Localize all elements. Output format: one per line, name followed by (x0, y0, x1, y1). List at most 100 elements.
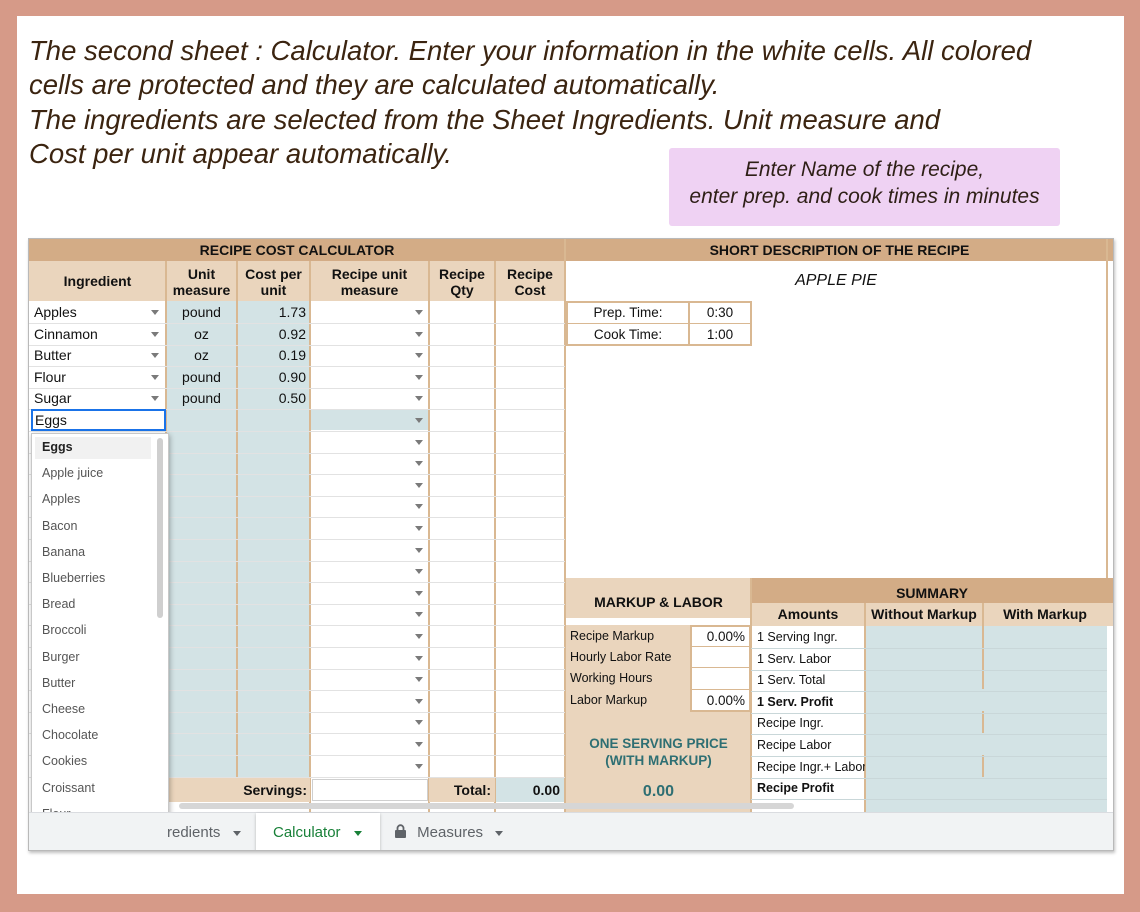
prep-time-value[interactable]: 0:30 (690, 303, 750, 323)
summary-row-label: 1 Serv. Labor (757, 652, 832, 666)
unit-measure-cell: pound (182, 369, 221, 385)
ingredient-cell[interactable]: Apples (34, 301, 144, 323)
cost-per-unit-cell: 0.19 (278, 347, 306, 363)
header-recipe-cost-line-2: Cost (514, 282, 546, 298)
working-hours-input[interactable] (692, 668, 749, 689)
tab-calculator[interactable]: Calculator (256, 813, 380, 850)
summary-row-label: 1 Serving Ingr. (757, 630, 838, 644)
tab-measures[interactable]: Measures (394, 824, 504, 841)
active-ingredient-cell[interactable]: Eggs (31, 409, 166, 431)
chevron-down-icon[interactable] (415, 699, 423, 704)
recipe-markup-label: Recipe Markup (570, 629, 655, 643)
ingredient-cell[interactable]: Cinnamon (34, 323, 144, 345)
chevron-down-icon[interactable] (415, 332, 423, 337)
chevron-down-icon[interactable] (415, 569, 423, 574)
chevron-down-icon[interactable] (151, 353, 159, 358)
dropdown-option[interactable]: Blueberries (42, 571, 105, 585)
dropdown-option[interactable]: Butter (42, 676, 75, 690)
dropdown-option[interactable]: Broccoli (42, 623, 86, 637)
chevron-down-icon[interactable] (415, 375, 423, 380)
chevron-down-icon[interactable] (415, 483, 423, 488)
prep-time-label: Prep. Time: (593, 305, 663, 320)
tab-ingredients[interactable]: redients (167, 824, 241, 841)
note-line-1: Enter Name of the recipe, (744, 158, 985, 181)
servings-input[interactable] (312, 779, 428, 801)
dropdown-option[interactable]: Apple juice (42, 466, 103, 480)
dropdown-scrollbar[interactable] (157, 438, 163, 618)
summary-col-without-markup: Without Markup (871, 606, 977, 622)
chevron-down-icon[interactable] (151, 396, 159, 401)
note-line-2: enter prep. and cook times in minutes (689, 185, 1040, 208)
dropdown-option[interactable]: Apples (42, 492, 80, 506)
ingredient-cell[interactable]: Flour (34, 366, 144, 388)
chevron-down-icon[interactable] (415, 677, 423, 682)
chevron-down-icon[interactable] (415, 742, 423, 747)
summary-title: SUMMARY (751, 578, 1113, 603)
labor-markup-input[interactable]: 0.00% (692, 690, 749, 711)
summary-row-label: Recipe Labor (757, 738, 832, 752)
chevron-down-icon[interactable] (415, 440, 423, 445)
chevron-down-icon[interactable] (415, 461, 423, 466)
chevron-down-icon[interactable] (415, 720, 423, 725)
header-qty-line-2: Qty (450, 282, 474, 298)
dropdown-option[interactable]: Croissant (42, 781, 95, 795)
chevron-down-icon[interactable] (415, 526, 423, 531)
spreadsheet: RECIPE COST CALCULATOR Ingredient Unit m… (28, 238, 1114, 851)
serving-price-title: ONE SERVING PRICE (WITH MARKUP) (566, 735, 751, 769)
recipe-name[interactable]: APPLE PIE (566, 261, 1106, 301)
dropdown-option[interactable]: Banana (42, 545, 85, 559)
chevron-down-icon[interactable] (415, 353, 423, 358)
markup-title: MARKUP & LABOR (594, 594, 723, 610)
labor-markup-label: Labor Markup (570, 693, 648, 707)
chevron-down-icon[interactable] (151, 310, 159, 315)
chevron-down-icon[interactable] (415, 396, 423, 401)
recipe-markup-input[interactable]: 0.00% (692, 626, 749, 647)
chevron-down-icon[interactable] (415, 764, 423, 769)
hourly-labor-rate-label: Hourly Labor Rate (570, 650, 672, 664)
summary-gridline (751, 799, 1107, 800)
chevron-down-icon[interactable] (415, 504, 423, 509)
cost-per-unit-cell: 0.50 (278, 390, 306, 406)
cook-time-label: Cook Time: (593, 327, 663, 342)
header-recipe-cost: Recipe Cost (495, 266, 565, 298)
hourly-labor-rate-input[interactable] (692, 647, 749, 668)
summary-row-label: 1 Serv. Profit (757, 695, 834, 709)
cook-time-value[interactable]: 1:00 (690, 325, 750, 345)
header-recipe-unit: Recipe unit measure (310, 266, 429, 298)
chevron-down-icon[interactable] (151, 375, 159, 380)
working-hours-label: Working Hours (570, 671, 653, 685)
header-recipe-unit-line-2: measure (340, 282, 399, 298)
tab-calculator-label: Calculator (273, 824, 341, 841)
horizontal-scrollbar[interactable] (179, 803, 794, 809)
chevron-down-icon[interactable] (415, 656, 423, 661)
chevron-down-icon[interactable] (415, 548, 423, 553)
summary-col-divider (982, 755, 984, 777)
dropdown-option[interactable]: Bacon (42, 519, 77, 533)
chevron-down-icon[interactable] (151, 332, 159, 337)
summary-row-label: 1 Serv. Total (757, 673, 826, 687)
chevron-down-icon[interactable] (415, 591, 423, 596)
header-recipe-cost-line-1: Recipe (507, 266, 553, 282)
chevron-down-icon[interactable] (415, 418, 423, 423)
intro-line-3: The ingredients are selected from the Sh… (29, 103, 941, 135)
total-value: 0.00 (496, 778, 564, 802)
dropdown-option[interactable]: Cheese (42, 702, 85, 716)
dropdown-option[interactable]: Burger (42, 650, 80, 664)
dropdown-option[interactable]: Bread (42, 597, 75, 611)
summary-col-amounts: Amounts (777, 606, 839, 622)
chevron-down-icon[interactable] (415, 634, 423, 639)
markup-divider (692, 646, 749, 647)
chevron-down-icon[interactable] (415, 310, 423, 315)
ingredient-cell[interactable]: Butter (34, 344, 144, 366)
dropdown-option[interactable]: Chocolate (42, 728, 98, 742)
dropdown-option[interactable]: Cookies (42, 754, 87, 768)
unit-measure-cell: pound (182, 390, 221, 406)
serving-price-title-2: (WITH MARKUP) (605, 753, 712, 768)
summary-values-bg (865, 626, 1107, 817)
summary-row-label: Recipe Ingr.+ Labor (757, 760, 865, 774)
header-qty-line-1: Recipe (439, 266, 485, 282)
dropdown-option[interactable]: Eggs (42, 440, 73, 454)
chevron-down-icon[interactable] (415, 612, 423, 617)
summary-col-with-markup: With Markup (1003, 606, 1087, 622)
ingredient-cell[interactable]: Sugar (34, 387, 144, 409)
